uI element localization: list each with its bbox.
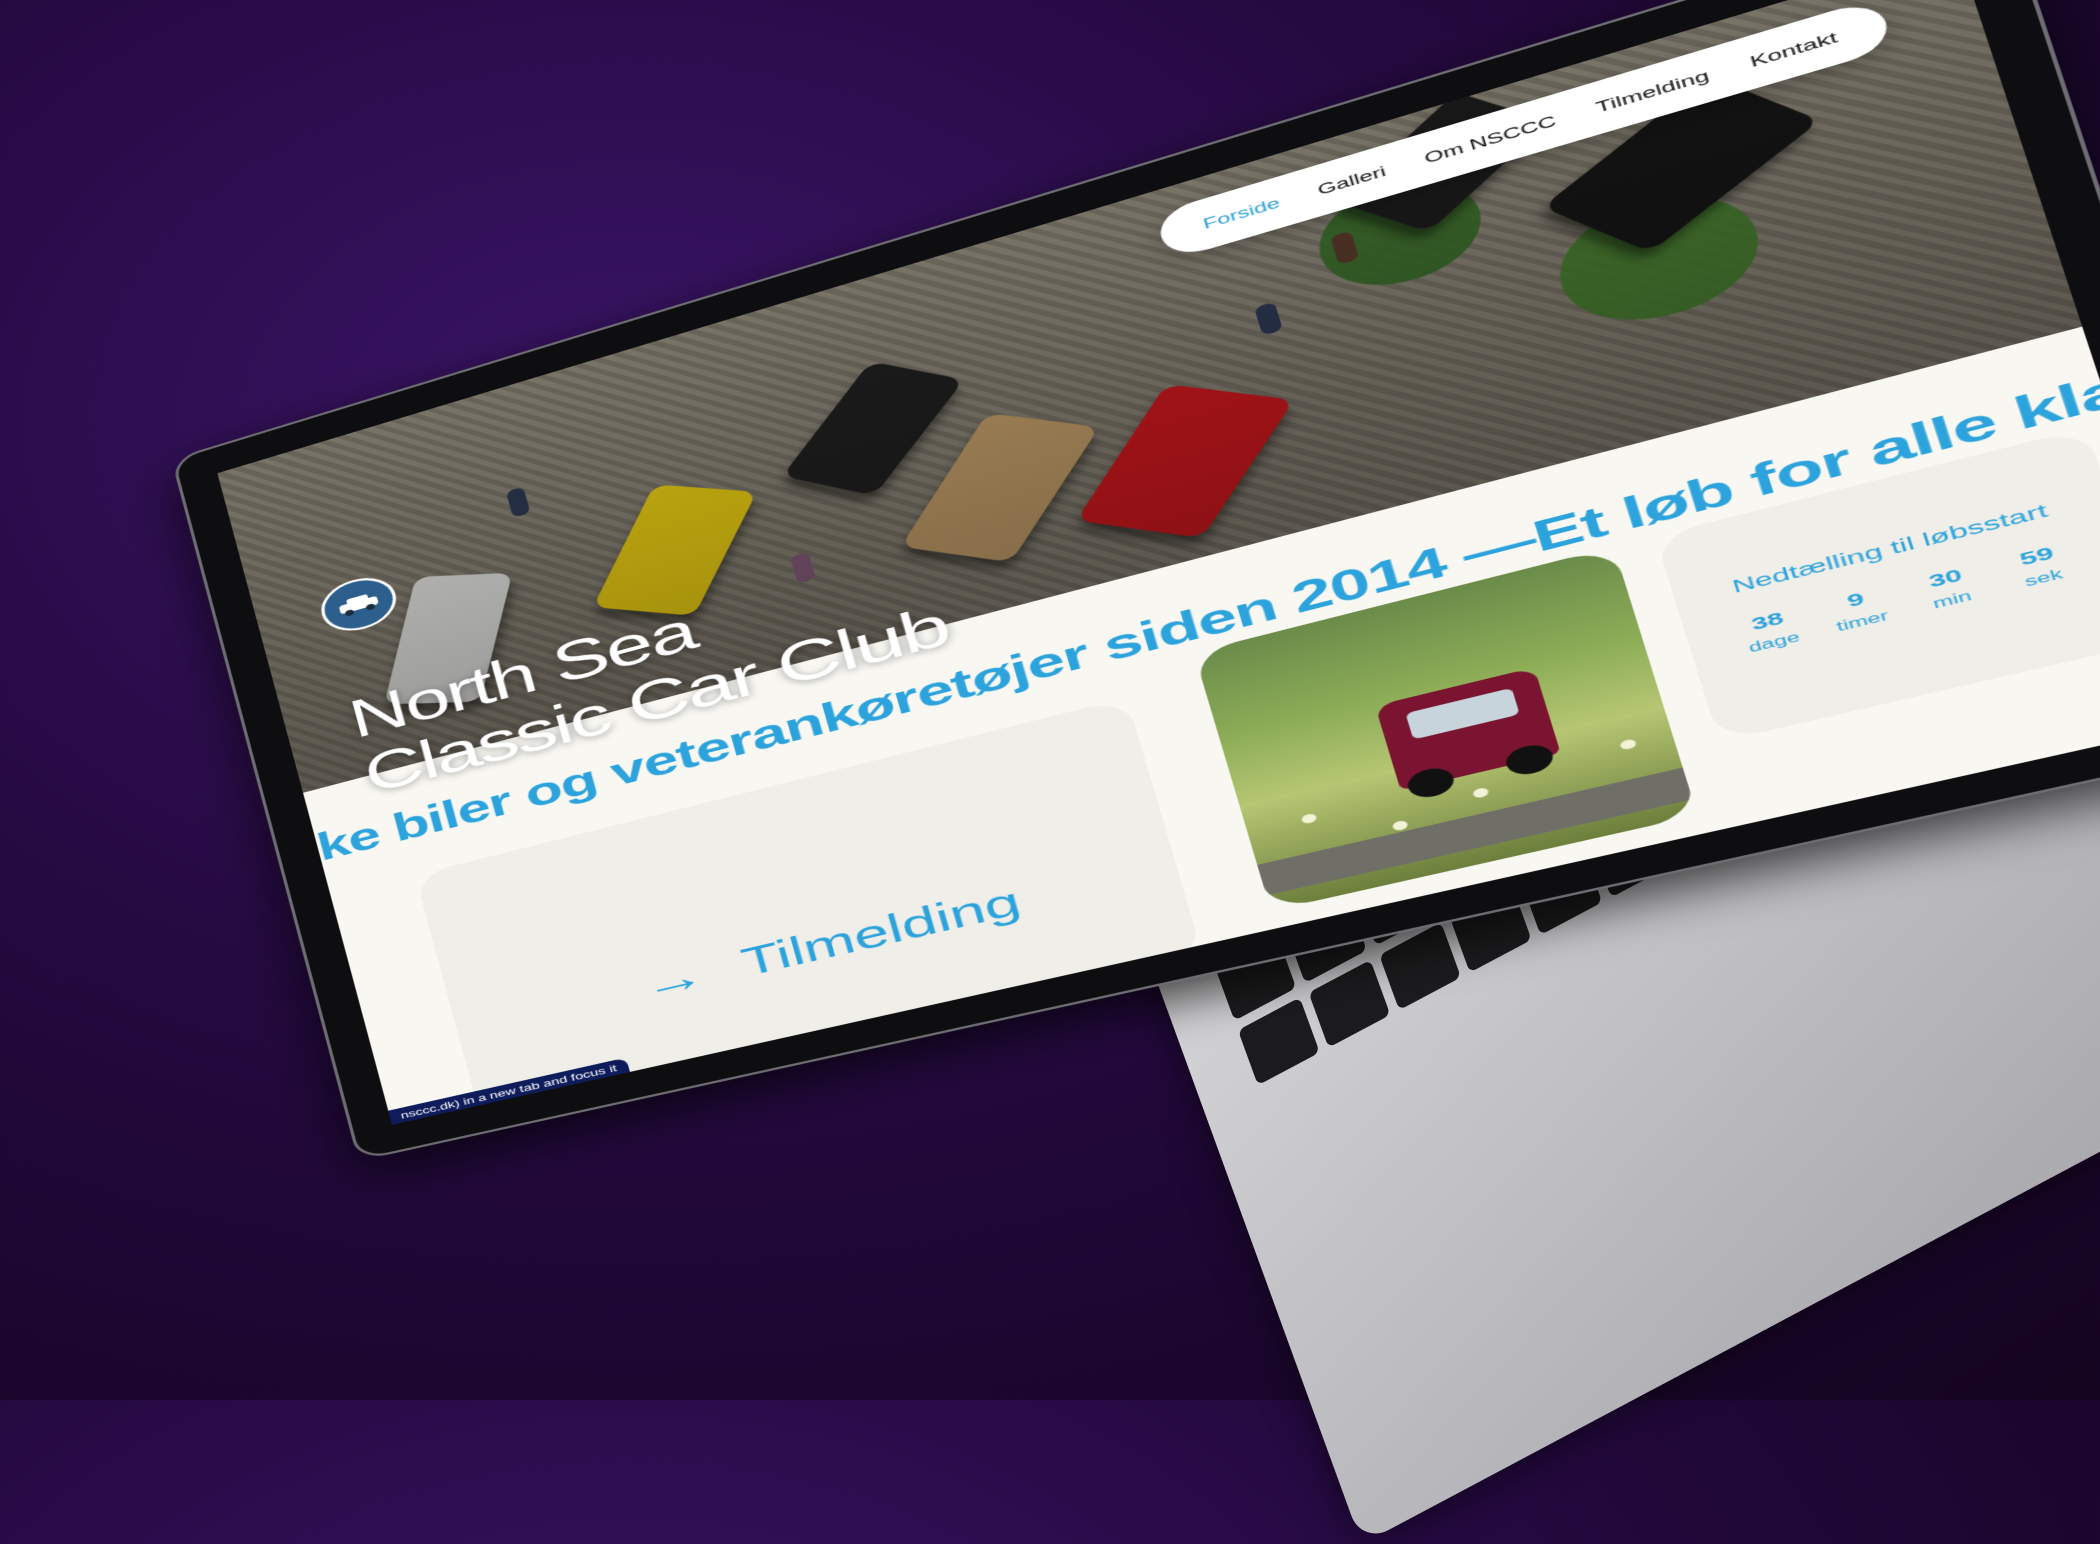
car-emblem-icon (338, 593, 379, 617)
nav-item-galleri[interactable]: Galleri (1316, 163, 1388, 199)
nav-item-forside[interactable]: Forside (1201, 194, 1282, 232)
nav-item-kontakt[interactable]: Kontakt (1748, 29, 1840, 71)
countdown-seconds: 59 sek (1998, 539, 2082, 595)
countdown-hours: 9 timer (1819, 583, 1900, 637)
countdown-minutes: 30 min (1908, 562, 1990, 617)
countdown-days: 38 dage (1731, 605, 1811, 659)
